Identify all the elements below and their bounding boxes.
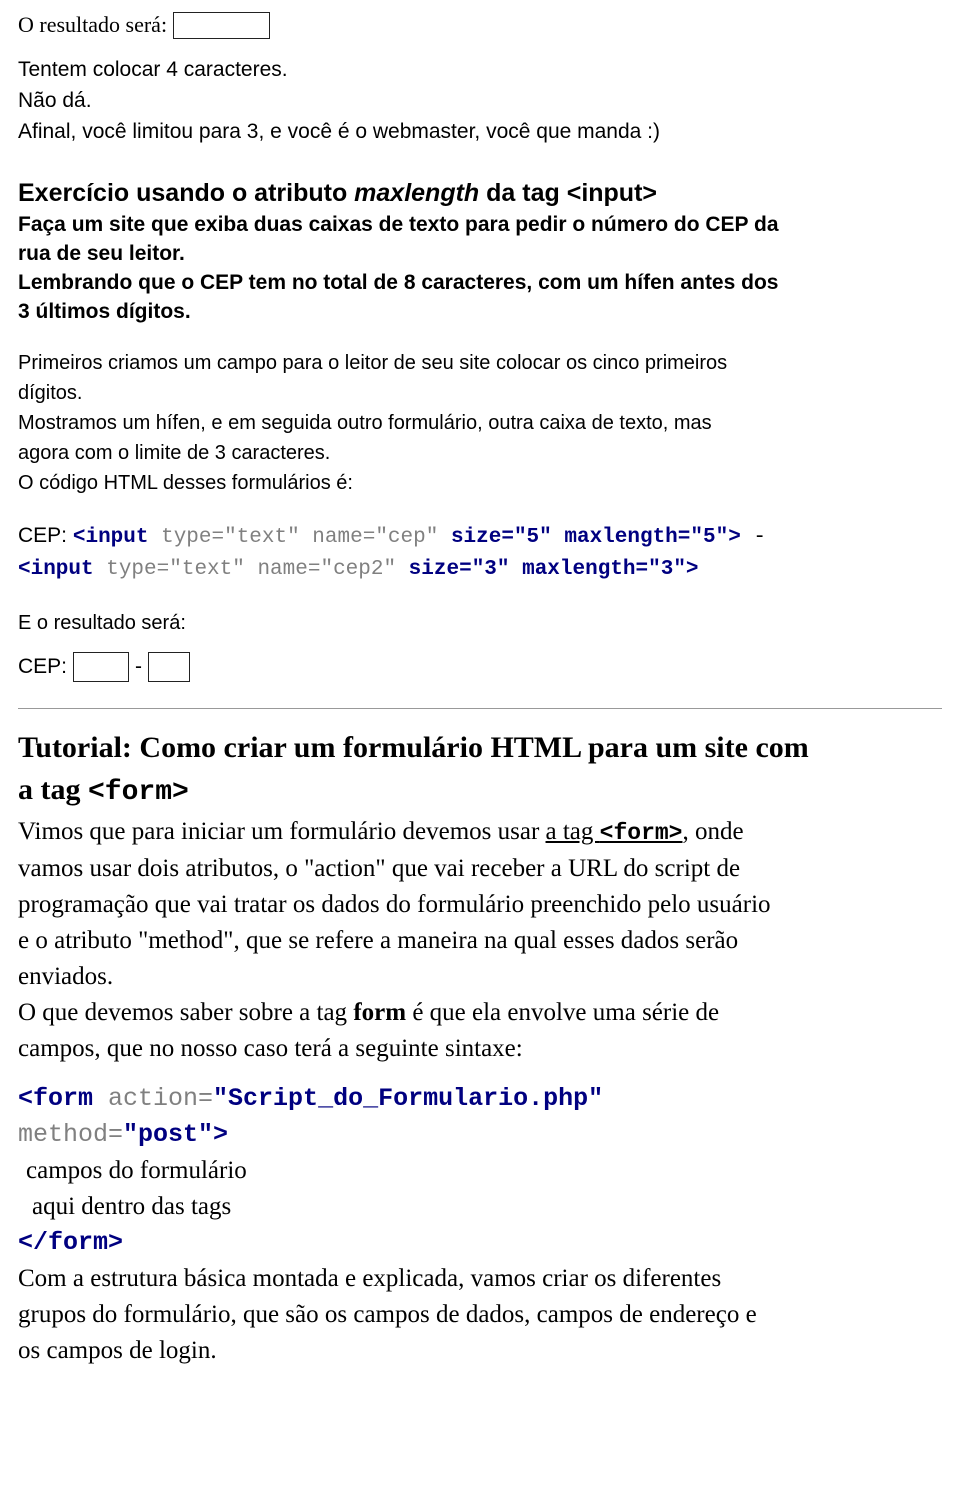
tutorial-paragraph-2: O que devemos saber sobre a tag form é q…: [18, 995, 942, 1067]
cep-dash: -: [135, 655, 143, 678]
tutorial-p1-line-2: vamos usar dois atributos, o "action" qu…: [18, 855, 741, 882]
note-line-2: Não dá.: [18, 89, 92, 112]
code-input-attrs-2: type="text" name="cep2": [93, 558, 397, 581]
note-line-3: Afinal, você limitou para 3, e você é o …: [18, 120, 661, 143]
result-label: O resultado será:: [18, 12, 168, 37]
tutorial-p2-part-c: é que ela envolve uma série de: [406, 999, 720, 1026]
tutorial-p1-line-5: enviados.: [18, 963, 114, 990]
tutorial-p1-part-b: , onde: [682, 818, 744, 845]
tutorial-p2-part-a: O que devemos saber sobre a tag: [18, 999, 354, 1026]
exercise-line-1: Faça um site que exiba duas caixas de te…: [18, 213, 779, 236]
form-code-block: <form action="Script_do_Formulario.php" …: [18, 1081, 942, 1153]
form-method-attr: method=: [18, 1120, 124, 1149]
form-inner-line-1: campos do formulário: [26, 1157, 247, 1184]
tutorial-paragraph-3: Com a estrutura básica montada e explica…: [18, 1261, 942, 1369]
code-input-tag-1: <input: [72, 526, 149, 549]
tutorial-title-line-1: Tutorial: Como criar um formulário HTML …: [18, 731, 809, 764]
form-close-tag: </form>: [18, 1228, 124, 1257]
document-page: O resultado será: Tentem colocar 4 carac…: [0, 0, 960, 1377]
form-inner-line-2: aqui dentro das tags: [32, 1193, 232, 1220]
explanation-line-2: dígitos.: [18, 382, 83, 404]
form-action-attr: action=: [93, 1084, 214, 1113]
tutorial-p2-line-2: campos, que no nosso caso terá a seguint…: [18, 1035, 523, 1062]
tutorial-p1-link-form-tag[interactable]: <form>: [600, 820, 683, 846]
cep-input-first[interactable]: [73, 652, 130, 682]
cep-form-row: CEP: -: [18, 652, 942, 682]
note-line-1: Tentem colocar 4 caracteres.: [18, 58, 288, 81]
code-input-size-2: size="3" maxlength="3">: [396, 558, 699, 581]
exercise-heading-emphasis: maxlength: [354, 179, 480, 207]
code-cep-label: CEP:: [18, 524, 73, 547]
tutorial-title-form-tag: <form>: [88, 777, 189, 808]
input-code-block: CEP: <input type="text" name="cep" size=…: [18, 520, 942, 586]
tutorial-p1-link-text[interactable]: a tag: [546, 818, 600, 845]
tutorial-title: Tutorial: Como criar um formulário HTML …: [18, 727, 942, 814]
tutorial-p3-line-2: grupos do formulário, que são os campos …: [18, 1301, 757, 1328]
tutorial-p3-line-3: os campos de login.: [18, 1337, 217, 1364]
result-textbox[interactable]: [173, 11, 271, 39]
tutorial-p1-part-a: Vimos que para iniciar um formulário dev…: [18, 818, 546, 845]
section-divider: [18, 708, 942, 709]
explanation-line-1: Primeiros criamos um campo para o leitor…: [18, 352, 728, 374]
cep-input-second[interactable]: [148, 652, 191, 682]
exercise-line-3: Lembrando que o CEP tem no total de 8 ca…: [18, 271, 779, 294]
form-open-tag-close: >: [213, 1120, 229, 1149]
cep-label: CEP:: [18, 655, 68, 678]
form-open-tag: <form: [18, 1084, 94, 1113]
exercise-line-4: 3 últimos dígitos.: [18, 300, 191, 323]
form-method-value: "post": [123, 1120, 214, 1149]
exercise-heading: Exercício usando o atributo maxlength da…: [18, 177, 942, 210]
code-input-size-1: size="5" maxlength="5">: [438, 526, 741, 549]
tutorial-p1-line-4: e o atributo "method", que se refere a m…: [18, 927, 739, 954]
explanation-line-4: agora com o limite de 3 caracteres.: [18, 442, 331, 464]
exercise-line-2: rua de seu leitor.: [18, 242, 185, 265]
tutorial-paragraph-1: Vimos que para iniciar um formulário dev…: [18, 814, 942, 995]
tutorial-p1-line-3: programação que vai tratar os dados do f…: [18, 891, 771, 918]
code-input-attrs-1: type="text" name="cep": [148, 526, 439, 549]
exercise-heading-suffix: da tag <input>: [479, 179, 657, 207]
exercise-heading-prefix: Exercício usando o atributo: [18, 179, 355, 207]
form-close-tag-line: </form>: [18, 1225, 942, 1261]
code-dash: -: [740, 526, 767, 549]
tutorial-p3-line-1: Com a estrutura básica montada e explica…: [18, 1265, 722, 1292]
form-action-value: "Script_do_Formulario.php": [213, 1084, 604, 1113]
result-subtitle: E o resultado será:: [18, 612, 186, 634]
code-input-tag-2: <input: [18, 558, 94, 581]
explanation-line-3: Mostramos um hífen, e em seguida outro f…: [18, 412, 712, 434]
explanation-line-5: O código HTML desses formulários é:: [18, 472, 353, 494]
tutorial-title-line-2-prefix: a tag: [18, 773, 88, 806]
tutorial-p2-form-word: form: [353, 999, 407, 1026]
result-row: O resultado será:: [18, 10, 942, 40]
